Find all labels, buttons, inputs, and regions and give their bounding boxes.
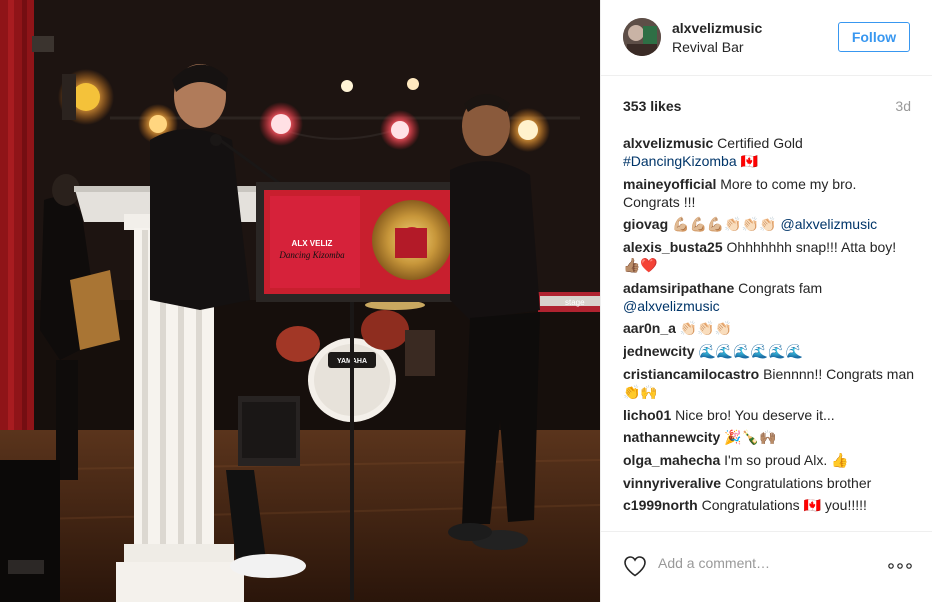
comment-emoji: 🌊🌊🌊🌊🌊🌊 [698, 344, 804, 360]
record-artist-label: ALX VELIZ [292, 239, 333, 248]
comment-emoji: 👍🏽❤️ [623, 258, 658, 274]
comments-list[interactable]: alxvelizmusic Certified Gold #DancingKiz… [623, 134, 915, 531]
comment-author[interactable]: maineyofficial [623, 176, 716, 192]
list-item: olga_mahecha I'm so proud Alx. 👍 [623, 451, 915, 470]
comment-text: Certified Gold [717, 135, 803, 151]
list-item: licho01 Nice bro! You deserve it... [623, 406, 915, 424]
user-block: alxvelizmusic Revival Bar [672, 20, 762, 57]
comment-author[interactable]: aar0n_a [623, 320, 676, 336]
list-item: vinnyriveralive Congratulations brother [623, 474, 915, 492]
post-age[interactable]: 3d [895, 98, 911, 114]
comment-text: I'm so proud Alx. [724, 452, 828, 468]
list-item: adamsiripathane Congrats fam @alxvelizmu… [623, 279, 915, 315]
comment-text: Congrats fam [738, 280, 823, 296]
comment-text: Biennnn!! Congrats man [763, 366, 915, 382]
list-item: alxvelizmusic Certified Gold #DancingKiz… [623, 134, 915, 171]
comment-text: Congratulations [701, 497, 800, 513]
comment-text: Congratulations brother [724, 475, 872, 491]
location-link[interactable]: Revival Bar [672, 38, 762, 57]
comment-author[interactable]: adamsiripathane [623, 280, 734, 296]
comment-text-extra: you!!!!! [824, 497, 867, 513]
post-meta: 353 likes 3d [623, 98, 911, 118]
heart-icon[interactable] [623, 555, 647, 577]
list-item: nathannewcity 🎉🍾🙌🏽 [623, 428, 915, 447]
comment-emoji: 👏🏻👏🏻👏🏻 [679, 321, 733, 337]
comment-mention[interactable]: @alxvelizmusic [781, 216, 878, 232]
comment-author[interactable]: jednewcity [623, 343, 695, 359]
comment-author[interactable]: vinnyriveralive [623, 475, 721, 491]
list-item: alexis_busta25 Ohhhhhhh snap!!! Atta boy… [623, 238, 915, 275]
comment-hashtag[interactable]: #DancingKizomba [623, 153, 737, 169]
list-item: maineyofficial More to come my bro. Cong… [623, 175, 915, 211]
post-header: alxvelizmusic Revival Bar Follow [601, 0, 932, 76]
list-item: c1999north Congratulations 🇨🇦 you!!!!! [623, 496, 915, 515]
comment-mention[interactable]: @alxvelizmusic [623, 298, 720, 314]
comment-emoji: 🇨🇦 [803, 498, 821, 514]
comment-author[interactable]: nathannewcity [623, 429, 720, 445]
list-item: aar0n_a 👏🏻👏🏻👏🏻 [623, 319, 915, 338]
list-item: cristiancamilocastro Biennnn!! Congrats … [623, 365, 915, 402]
post-footer: Add a comment… [601, 531, 932, 602]
comment-author[interactable]: giovag [623, 216, 668, 232]
comment-emoji: 👍 [831, 453, 849, 469]
more-options-icon[interactable] [888, 563, 912, 569]
keyboard-brand-label: stage [565, 298, 585, 307]
post-photo[interactable]: YAMAHA stage [0, 0, 600, 602]
likes-count[interactable]: 353 likes [623, 98, 681, 114]
list-item: jednewcity 🌊🌊🌊🌊🌊🌊 [623, 342, 915, 361]
comment-emoji: 🎉🍾🙌🏽 [724, 430, 777, 446]
comment-emoji: 💪🏼💪🏼💪🏼👏🏻👏🏻👏🏻 [672, 217, 777, 233]
comment-author[interactable]: licho01 [623, 407, 671, 423]
follow-button[interactable]: Follow [838, 22, 910, 52]
comment-author[interactable]: alxvelizmusic [623, 135, 713, 151]
username-link[interactable]: alxvelizmusic [672, 20, 762, 37]
comment-text: Nice bro! You deserve it... [675, 407, 835, 423]
comment-author[interactable]: c1999north [623, 497, 698, 513]
comment-author[interactable]: alexis_busta25 [623, 239, 723, 255]
comment-emoji: 👏🙌 [623, 385, 658, 401]
comment-text: Ohhhhhhh snap!!! Atta boy! [726, 239, 897, 255]
comment-emoji: 🇨🇦 [740, 154, 758, 170]
avatar[interactable] [623, 18, 661, 56]
list-item: giovag 💪🏼💪🏼💪🏼👏🏻👏🏻👏🏻 @alxvelizmusic [623, 215, 915, 234]
comment-author[interactable]: cristiancamilocastro [623, 366, 759, 382]
comment-input[interactable]: Add a comment… [658, 555, 770, 571]
post-details-panel: alxvelizmusic Revival Bar Follow 353 lik… [600, 0, 932, 602]
record-title-label: Dancing Kizomba [278, 250, 345, 260]
comment-author[interactable]: olga_mahecha [623, 452, 720, 468]
